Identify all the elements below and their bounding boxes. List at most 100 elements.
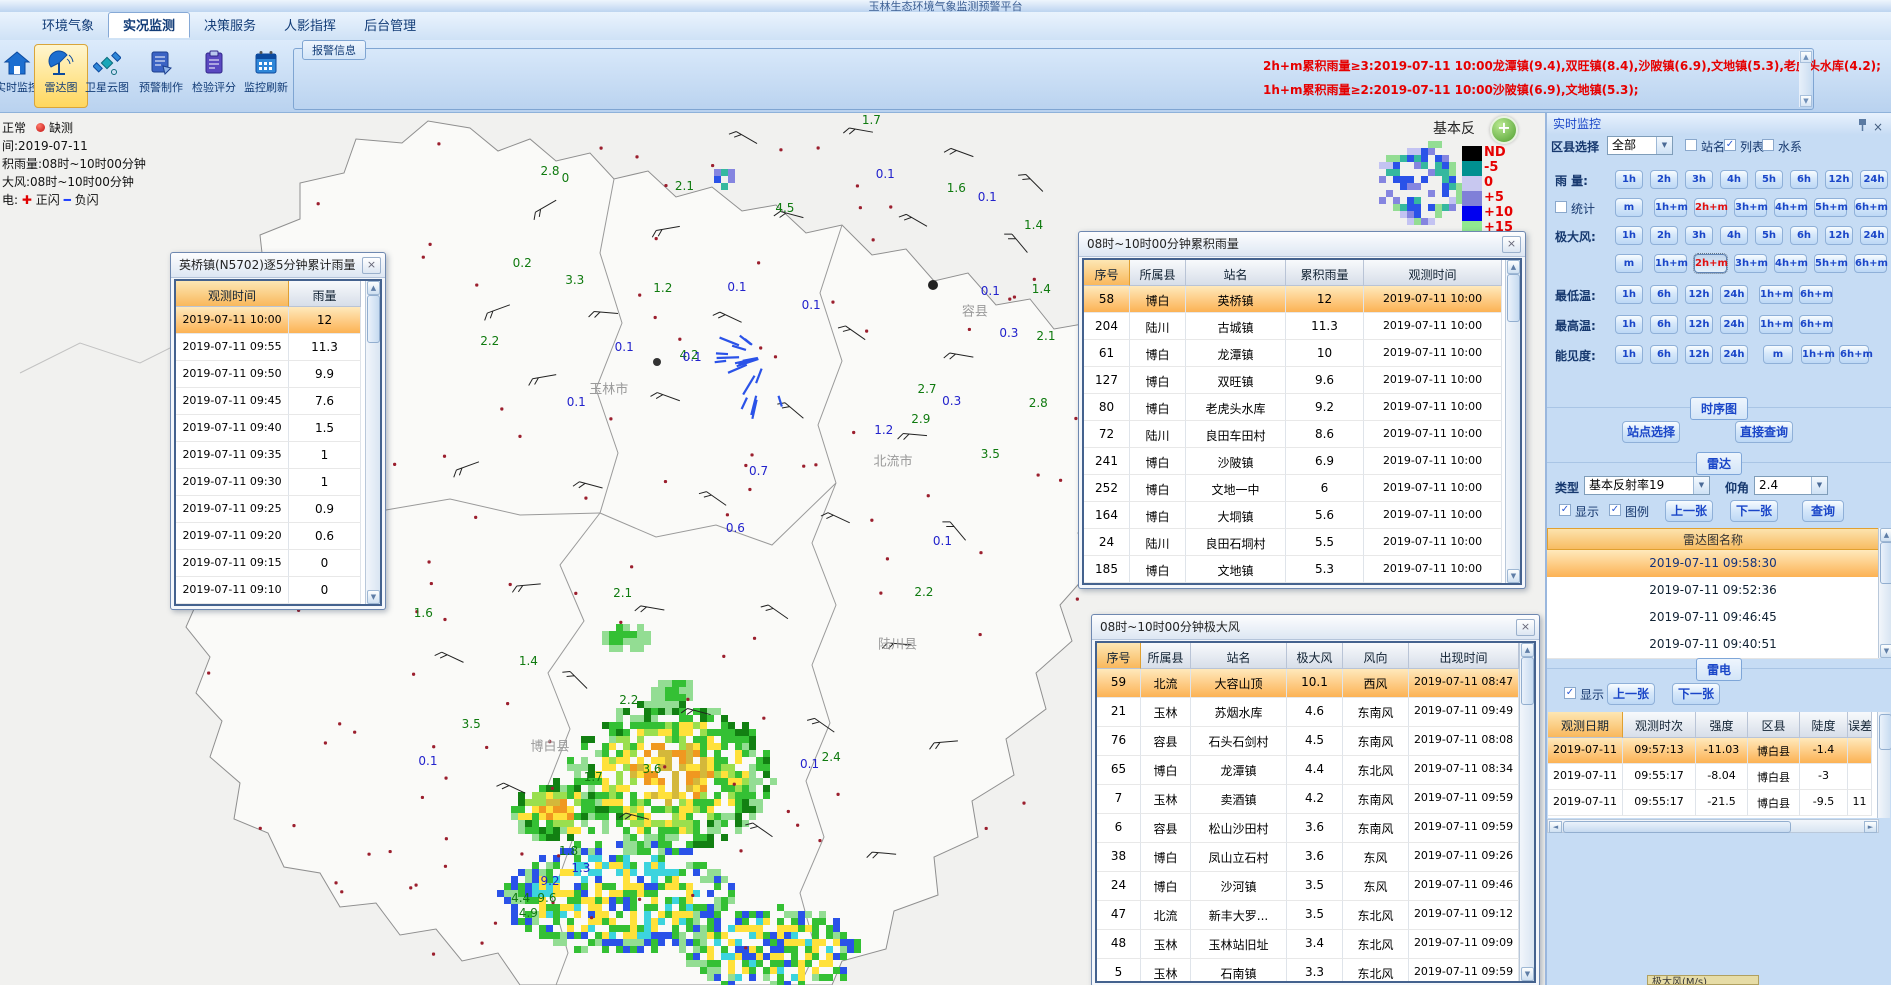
table-row[interactable]: 24博白沙河镇3.5东风2019-07-11 09:46 — [1097, 872, 1534, 901]
column-header-序号[interactable]: 序号 — [1084, 260, 1130, 286]
scroll-up-icon[interactable]: ▲ — [1800, 51, 1812, 63]
close-icon[interactable]: × — [362, 257, 381, 274]
column-header-站名[interactable]: 站名 — [1191, 643, 1287, 669]
period-button-5h+m[interactable]: 5h+m — [1814, 254, 1847, 273]
table-row[interactable]: 2019-07-11 09:401.5 — [176, 415, 380, 442]
scroll-up-icon[interactable]: ▲ — [1507, 260, 1520, 274]
table-row[interactable]: 2019-07-11 09:457.6 — [176, 388, 380, 415]
checkbox-水系[interactable] — [1762, 139, 1774, 151]
scrollbar-thumb[interactable] — [1880, 542, 1891, 584]
toolbar-button-5[interactable]: 检验评分 — [187, 44, 241, 108]
lightning-row[interactable]: 2019-07-1109:55:17-21.5博白县-9.511 — [1548, 790, 1878, 816]
panel-title-bar[interactable]: 08时~10时00分钟极大风× — [1092, 615, 1539, 640]
period-button-3h+m[interactable]: 3h+m — [1734, 254, 1767, 273]
lightning-prev-button[interactable]: 上一张 — [1607, 683, 1655, 705]
map-area[interactable]: 正常缺测 间:2019-07-11 积雨量:08时~10时00分钟 大风:08时… — [0, 113, 1545, 985]
period-button-6h[interactable]: 6h — [1650, 285, 1678, 304]
legend-zoom-plus-button[interactable]: + — [1490, 116, 1518, 144]
radar-image-item[interactable]: 2019-07-11 09:46:45 — [1547, 604, 1879, 632]
vertical-scrollbar[interactable]: ▲▼ — [1519, 643, 1534, 981]
chevron-down-icon[interactable]: ▼ — [1656, 137, 1672, 154]
table-row[interactable]: 6容县松山沙田村3.6东南风2019-07-11 09:59 — [1097, 814, 1534, 843]
column-header-所属县[interactable]: 所属县 — [1130, 260, 1186, 286]
direct-query-button[interactable]: 直接查询 — [1735, 421, 1793, 443]
table-row[interactable]: 164博白大垌镇5.62019-07-11 10:00 — [1084, 502, 1520, 529]
lightning-vscrollbar[interactable] — [1877, 712, 1890, 818]
scroll-down-icon[interactable]: ▼ — [1800, 95, 1812, 107]
menu-tab-3[interactable]: 决策服务 — [190, 13, 270, 37]
scrollbar-thumb[interactable] — [1507, 274, 1520, 322]
table-row[interactable]: 21玉林苏烟水库4.6东南风2019-07-11 09:49 — [1097, 698, 1534, 727]
column-header-序号[interactable]: 序号 — [1097, 643, 1141, 669]
table-row[interactable]: 38博白凤山立石村3.6东风2019-07-11 09:26 — [1097, 843, 1534, 872]
vertical-scrollbar[interactable]: ▲▼ — [365, 281, 380, 604]
scroll-down-icon[interactable]: ▼ — [1521, 967, 1534, 981]
scrollbar-thumb[interactable] — [1563, 821, 1791, 833]
table-row[interactable]: 48玉林玉林站旧址3.4东北风2019-07-11 09:09 — [1097, 930, 1534, 959]
period-button-5h[interactable]: 5h — [1755, 226, 1783, 245]
period-button-m[interactable]: m — [1615, 254, 1643, 273]
column-header-区县[interactable]: 区县 — [1748, 712, 1800, 738]
checkbox-列表[interactable] — [1724, 139, 1736, 151]
period-button-m[interactable]: m — [1763, 345, 1793, 364]
close-icon[interactable]: × — [1516, 619, 1535, 636]
scroll-right-icon[interactable]: ► — [1864, 821, 1877, 833]
column-header-观测时间[interactable]: 观测时间 — [176, 281, 289, 307]
period-button-24h[interactable]: 24h — [1860, 226, 1888, 245]
table-row[interactable]: 7玉林卖酒镇4.2东南风2019-07-11 09:59 — [1097, 785, 1534, 814]
scroll-left-icon[interactable]: ◄ — [1549, 821, 1562, 833]
lightning-hscrollbar[interactable]: ◄► — [1547, 819, 1879, 833]
close-icon[interactable]: × — [1502, 236, 1521, 253]
column-header-累积雨量[interactable]: 累积雨量 — [1286, 260, 1364, 286]
column-header-极大风[interactable]: 极大风 — [1287, 643, 1343, 669]
menu-tab-5[interactable]: 后台管理 — [350, 13, 430, 37]
table-row[interactable]: 59北流大容山顶10.1西风2019-07-11 08:47 — [1097, 669, 1534, 698]
radar-image-item[interactable]: 2019-07-11 09:52:36 — [1547, 577, 1879, 605]
scroll-up-icon[interactable]: ▲ — [367, 281, 380, 295]
table-row[interactable]: 241博白沙陂镇6.92019-07-11 10:00 — [1084, 448, 1520, 475]
district-select-combobox[interactable]: 全部▼ — [1607, 136, 1673, 155]
vertical-scrollbar[interactable]: ▲▼ — [1505, 260, 1520, 583]
elevation-combobox[interactable]: 2.4▼ — [1754, 476, 1828, 495]
period-button-12h[interactable]: 12h — [1685, 285, 1713, 304]
column-header-观测时次[interactable]: 观测时次 — [1623, 712, 1696, 738]
column-header-观测时间[interactable]: 观测时间 — [1364, 260, 1502, 286]
period-button-2h[interactable]: 2h — [1650, 170, 1678, 189]
period-button-m[interactable]: m — [1615, 198, 1643, 217]
period-button-6h+m[interactable]: 6h+m — [1854, 254, 1887, 273]
lightning-next-button[interactable]: 下一张 — [1672, 683, 1720, 705]
table-row[interactable]: 204陆川古城镇11.32019-07-11 10:00 — [1084, 313, 1520, 340]
alarm-scrollbar[interactable]: ▲ ▼ — [1799, 51, 1811, 107]
column-header-陡度[interactable]: 陡度 — [1800, 712, 1848, 738]
column-header-雨量[interactable]: 雨量 — [289, 281, 361, 307]
column-header-观测日期[interactable]: 观测日期 — [1548, 712, 1623, 738]
period-button-6h[interactable]: 6h — [1790, 226, 1818, 245]
table-row[interactable]: 47北流新丰大罗...3.5东北风2019-07-11 09:12 — [1097, 901, 1534, 930]
radar-prev-button[interactable]: 上一张 — [1665, 500, 1713, 522]
table-row[interactable]: 2019-07-11 09:351 — [176, 442, 380, 469]
period-button-1h+m[interactable]: 1h+m — [1654, 254, 1687, 273]
menu-tab-1[interactable]: 环境气象 — [28, 13, 108, 37]
table-row[interactable]: 58博白英桥镇122019-07-11 10:00 — [1084, 286, 1520, 313]
period-button-1h+m[interactable]: 1h+m — [1801, 345, 1831, 364]
checkbox-站名[interactable] — [1685, 139, 1697, 151]
period-button-5h+m[interactable]: 5h+m — [1814, 198, 1847, 217]
column-header-所属县[interactable]: 所属县 — [1141, 643, 1191, 669]
period-button-3h[interactable]: 3h — [1685, 170, 1713, 189]
period-button-6h[interactable]: 6h — [1650, 345, 1678, 364]
period-button-2h+m[interactable]: 2h+m — [1694, 254, 1727, 273]
period-button-4h[interactable]: 4h — [1720, 170, 1748, 189]
radar-next-button[interactable]: 下一张 — [1730, 500, 1778, 522]
menu-tab-2[interactable]: 实况监测 — [108, 12, 190, 38]
period-button-6h+m[interactable]: 6h+m — [1799, 315, 1833, 334]
column-header-出现时间[interactable]: 出现时间 — [1409, 643, 1519, 669]
period-button-24h[interactable]: 24h — [1720, 345, 1748, 364]
period-button-6h+m[interactable]: 6h+m — [1799, 285, 1833, 304]
period-button-1h+m[interactable]: 1h+m — [1654, 198, 1687, 217]
table-row[interactable]: 76容县石头石剑村4.5东南风2019-07-11 08:08 — [1097, 727, 1534, 756]
lightning-row[interactable]: 2019-07-1109:57:13-11.03博白县-1.4 — [1548, 738, 1878, 764]
table-row[interactable]: 5玉林石南镇3.3东北风2019-07-11 09:59 — [1097, 959, 1534, 983]
station-select-button[interactable]: 站点选择 — [1622, 421, 1680, 443]
table-row[interactable]: 2019-07-11 10:0012 — [176, 307, 380, 334]
column-header-站名[interactable]: 站名 — [1186, 260, 1286, 286]
